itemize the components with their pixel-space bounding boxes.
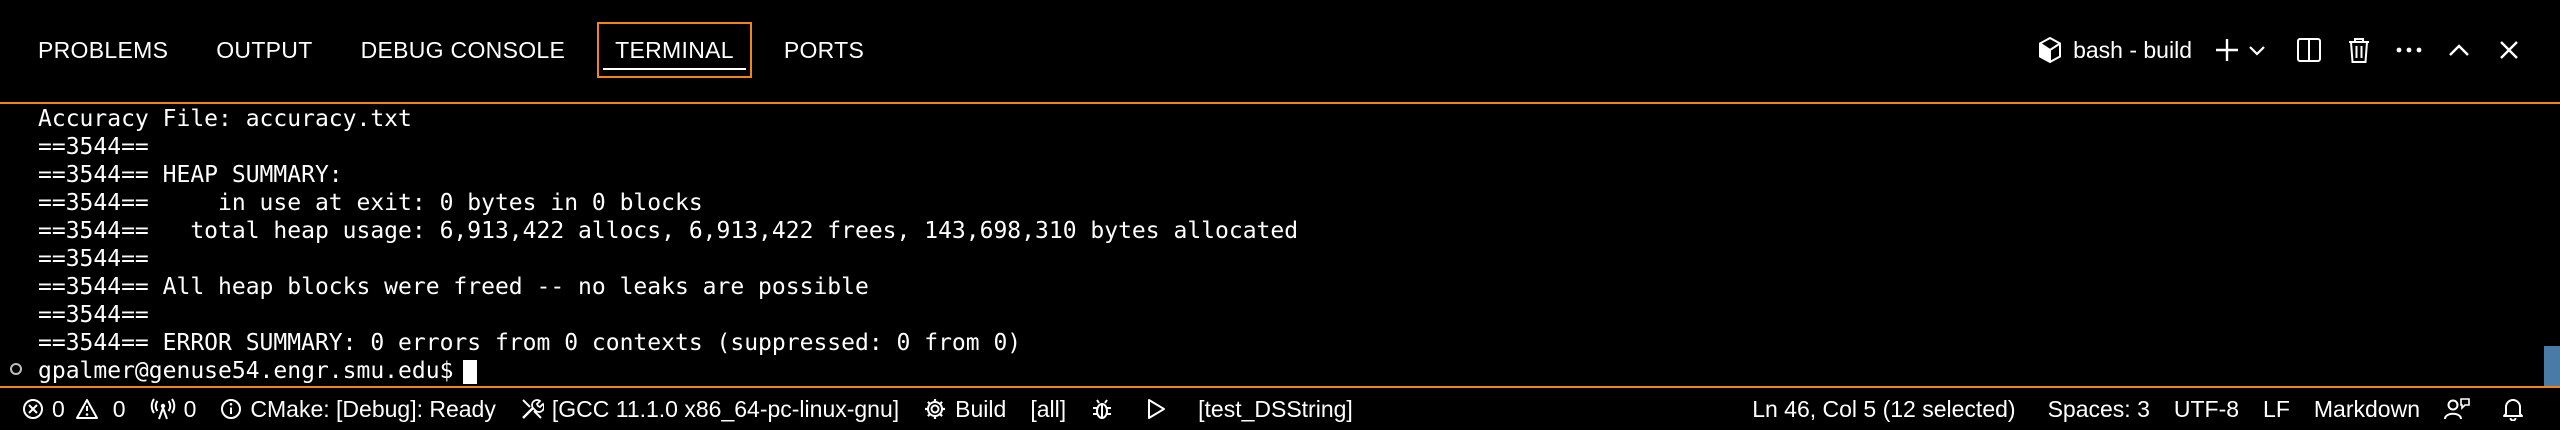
- warning-icon: [75, 399, 98, 419]
- terminal-line: ==3544==: [38, 134, 149, 160]
- feedback-button[interactable]: [2432, 388, 2490, 430]
- tab-debug-console[interactable]: DEBUG CONSOLE: [345, 22, 582, 78]
- cmake-kit-label: [GCC 11.1.0 x86_64-pc-linux-gnu]: [551, 395, 900, 422]
- panel-actions: bash - build: [2037, 22, 2534, 78]
- cmake-build-button[interactable]: Build: [911, 388, 1018, 430]
- terminal-scrollbar-thumb[interactable]: [2544, 346, 2560, 386]
- maximize-panel-button[interactable]: [2434, 22, 2484, 78]
- info-icon: [221, 399, 242, 419]
- ports-count: 0: [183, 395, 197, 422]
- cursor-position-label: Ln 46, Col 5 (12 selected): [1752, 395, 2016, 422]
- panel-tabs: PROBLEMS OUTPUT DEBUG CONSOLE TERMINAL P…: [22, 22, 896, 78]
- chevron-up-icon: [2449, 44, 2469, 56]
- gear-icon: [925, 399, 946, 419]
- encoding[interactable]: UTF-8: [2162, 388, 2251, 430]
- terminal-line: ==3544== total heap usage: 6,913,422 all…: [38, 218, 1299, 244]
- terminal-cursor: [463, 359, 478, 384]
- terminal-name-label: bash - build: [2073, 36, 2192, 63]
- error-icon: [23, 399, 43, 419]
- cmake-status-label: CMake: [Debug]: Ready: [250, 395, 496, 422]
- close-icon: [2500, 41, 2518, 59]
- terminal-line: ==3544==: [38, 302, 149, 328]
- terminal-line: ==3544== HEAP SUMMARY:: [38, 162, 343, 188]
- error-count: 0: [52, 395, 65, 422]
- terminal-line: ==3544== ERROR SUMMARY: 0 errors from 0 …: [38, 330, 1022, 356]
- build-target-label: [all]: [1030, 395, 1067, 422]
- panel-header: PROBLEMS OUTPUT DEBUG CONSOLE TERMINAL P…: [0, 0, 2560, 104]
- terminal-line: Accuracy File: accuracy.txt: [38, 106, 412, 132]
- tools-icon: [521, 399, 544, 419]
- ports-status[interactable]: 0: [138, 388, 209, 430]
- bell-icon: [2503, 399, 2523, 421]
- cmake-kit[interactable]: [GCC 11.1.0 x86_64-pc-linux-gnu]: [508, 388, 911, 430]
- more-icon: [2396, 47, 2422, 53]
- language-label: Markdown: [2313, 395, 2420, 422]
- cmake-build-label: Build: [955, 395, 1007, 422]
- launch-target-label: [test_DSString]: [1198, 395, 1353, 422]
- terminal-panel: PROBLEMS OUTPUT DEBUG CONSOLE TERMINAL P…: [0, 0, 2560, 430]
- terminal-line: ==3544== All heap blocks were freed -- n…: [38, 274, 869, 300]
- trash-icon: [2349, 38, 2369, 63]
- radio-tower-icon: [150, 398, 175, 420]
- chevron-down-icon: [2249, 46, 2265, 56]
- cmake-run-button[interactable]: [1134, 388, 1186, 430]
- tab-terminal[interactable]: TERMINAL: [597, 22, 752, 78]
- indentation[interactable]: Spaces: 3: [2036, 388, 2162, 430]
- plus-icon: [2216, 39, 2238, 61]
- indentation-label: Spaces: 3: [2047, 395, 2150, 422]
- cmake-build-target[interactable]: [all]: [1018, 388, 1078, 430]
- warning-count: 0: [112, 395, 126, 422]
- close-panel-button[interactable]: [2484, 22, 2534, 78]
- encoding-label: UTF-8: [2173, 395, 2240, 422]
- split-terminal-button[interactable]: [2284, 22, 2334, 78]
- cmake-status[interactable]: CMake: [Debug]: Ready: [208, 388, 507, 430]
- cmake-debug-button[interactable]: [1078, 388, 1134, 430]
- terminal-dropdown-button[interactable]: [2244, 22, 2270, 78]
- language-mode[interactable]: Markdown: [2302, 388, 2432, 430]
- problems-status[interactable]: 0 0: [22, 388, 138, 430]
- terminal-prompt: gpalmer@genuse54.engr.smu.edu$: [38, 358, 454, 384]
- terminal-shell-icon: [2039, 36, 2062, 64]
- cursor-position[interactable]: Ln 46, Col 5 (12 selected): [1740, 388, 2027, 430]
- kill-terminal-button[interactable]: [2334, 22, 2384, 78]
- command-decoration-icon[interactable]: [10, 363, 22, 375]
- terminal-selector[interactable]: bash - build: [2037, 36, 2192, 64]
- tab-output[interactable]: OUTPUT: [200, 22, 328, 78]
- terminal-output[interactable]: Accuracy File: accuracy.txt ==3544== ==3…: [0, 104, 2540, 386]
- terminal-line: ==3544== in use at exit: 0 bytes in 0 bl…: [38, 190, 703, 216]
- terminal-scrollbar[interactable]: [2544, 104, 2560, 386]
- bug-icon: [1093, 399, 1112, 419]
- feedback-icon: [2444, 398, 2470, 420]
- status-bar: 0 0 0 CMake: [Debug]: Ready [GCC 11.1.0 …: [0, 388, 2560, 430]
- tab-problems[interactable]: PROBLEMS: [22, 22, 184, 78]
- notifications-button[interactable]: [2490, 388, 2532, 430]
- new-terminal-button[interactable]: [2210, 22, 2244, 78]
- play-icon: [1148, 399, 1166, 419]
- terminal-prompt-line: gpalmer@genuse54.engr.smu.edu$: [38, 357, 478, 385]
- end-of-line[interactable]: LF: [2251, 388, 2302, 430]
- more-actions-button[interactable]: [2384, 22, 2434, 78]
- cmake-launch-target[interactable]: [test_DSString]: [1186, 388, 1365, 430]
- terminal-line: ==3544==: [38, 246, 149, 272]
- tab-ports[interactable]: PORTS: [768, 22, 880, 78]
- eol-label: LF: [2263, 395, 2290, 422]
- split-icon: [2297, 38, 2321, 62]
